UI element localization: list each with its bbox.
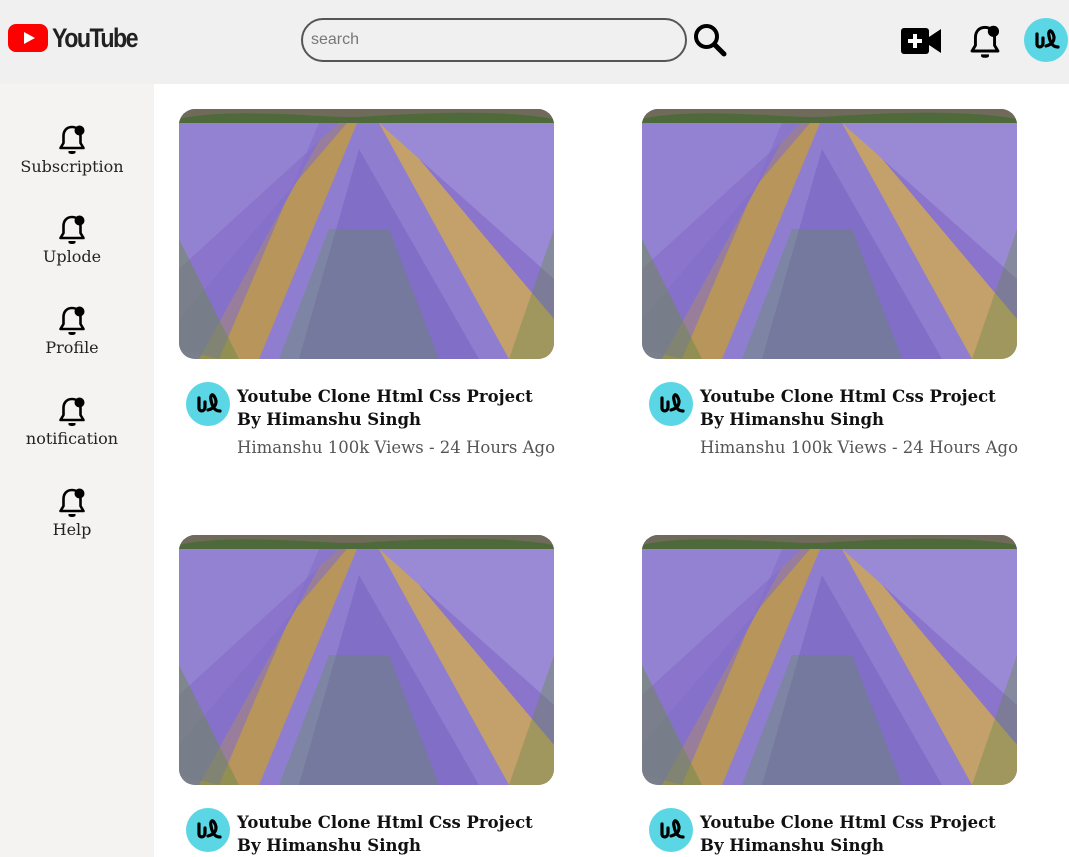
youtube-logo[interactable]: YouTube: [8, 22, 151, 54]
create-video-icon[interactable]: [900, 26, 942, 56]
video-title[interactable]: Youtube Clone Html Css Project By Himans…: [700, 385, 1020, 431]
sidebar-item-label: Uplode: [42, 247, 102, 266]
channel-logo-icon: [657, 818, 685, 842]
user-avatar[interactable]: [1024, 18, 1068, 62]
youtube-play-icon: [8, 24, 48, 52]
channel-avatar[interactable]: [186, 808, 230, 852]
video-thumbnail[interactable]: [642, 109, 1017, 359]
channel-logo-icon: [194, 818, 222, 842]
sidebar-item-profile[interactable]: Profile: [0, 305, 144, 358]
channel-logo-icon: [194, 392, 222, 416]
bell-icon: [58, 214, 86, 246]
video-title[interactable]: Youtube Clone Html Css Project By Himans…: [237, 811, 557, 857]
channel-avatar[interactable]: [186, 382, 230, 426]
bell-icon: [58, 305, 86, 337]
bell-icon: [58, 487, 86, 519]
sidebar-item-uplode[interactable]: Uplode: [0, 214, 144, 267]
video-card[interactable]: Youtube Clone Html Css Project By Himans…: [642, 535, 1022, 855]
video-card[interactable]: Youtube Clone Html Css Project By Himans…: [642, 109, 1022, 457]
sidebar-item-label: notification: [25, 429, 119, 448]
sidebar-item-label: Profile: [45, 338, 99, 357]
logo-wordmark: YouTube: [52, 22, 139, 53]
sidebar: Subscription Uplode Profile notification…: [0, 84, 154, 857]
search-input[interactable]: [303, 20, 671, 60]
bell-icon: [58, 396, 86, 428]
sidebar-item-help[interactable]: Help: [0, 487, 144, 540]
sidebar-item-notification[interactable]: notification: [0, 396, 144, 449]
sidebar-item-label: Help: [52, 520, 92, 539]
channel-logo-icon: [657, 392, 685, 416]
video-thumbnail[interactable]: [179, 109, 554, 359]
video-meta: Himanshu 100k Views - 24 Hours Ago: [237, 438, 556, 457]
channel-avatar[interactable]: [649, 382, 693, 426]
bell-icon: [58, 124, 86, 156]
channel-logo-icon: [1032, 28, 1060, 52]
video-title[interactable]: Youtube Clone Html Css Project By Himans…: [700, 811, 1020, 857]
search-box: [301, 18, 687, 62]
video-title[interactable]: Youtube Clone Html Css Project By Himans…: [237, 385, 557, 431]
channel-avatar[interactable]: [649, 808, 693, 852]
video-meta: Himanshu 100k Views - 24 Hours Ago: [700, 438, 1019, 457]
video-thumbnail[interactable]: [179, 535, 554, 785]
sidebar-item-label: Subscription: [20, 157, 124, 176]
video-card[interactable]: Youtube Clone Html Css Project By Himans…: [179, 535, 559, 855]
notification-bell-icon[interactable]: [969, 24, 1001, 60]
video-thumbnail[interactable]: [642, 535, 1017, 785]
video-card[interactable]: Youtube Clone Html Css Project By Himans…: [179, 109, 559, 457]
top-header: YouTube: [0, 0, 1069, 84]
search-icon[interactable]: [692, 22, 728, 58]
sidebar-item-subscription[interactable]: Subscription: [0, 124, 144, 177]
